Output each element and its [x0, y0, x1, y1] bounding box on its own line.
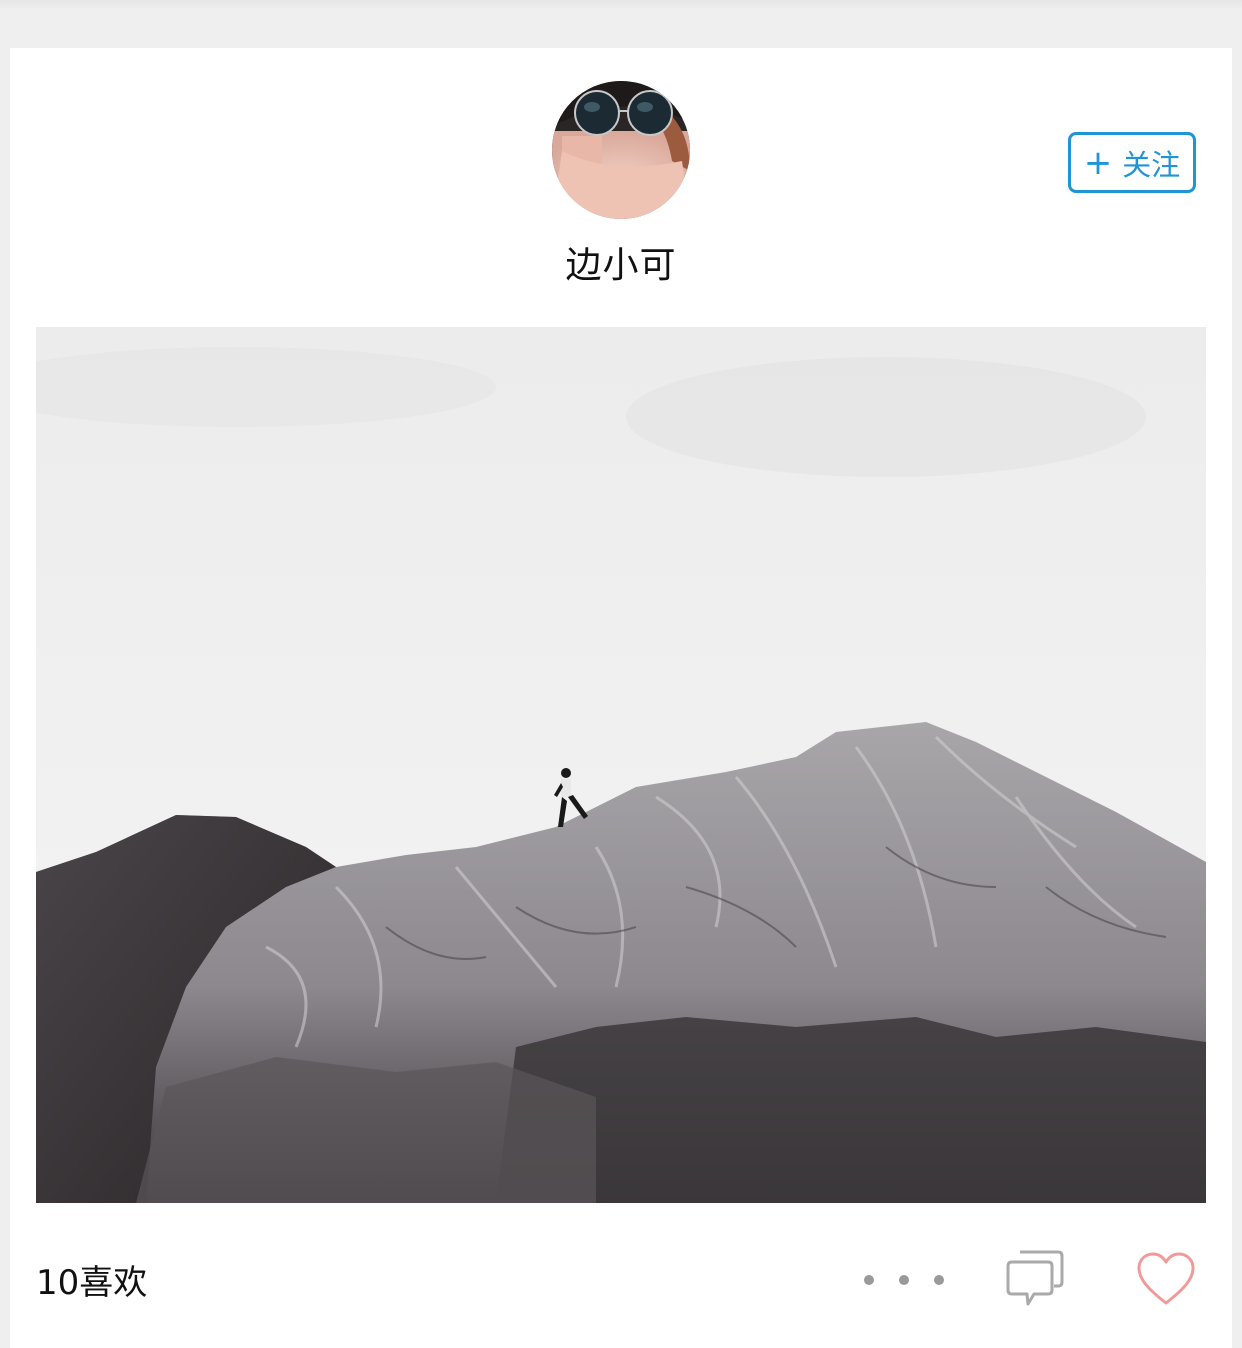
dot [864, 1275, 874, 1285]
top-divider [0, 0, 1242, 10]
likes-count: 10喜欢 [36, 1263, 148, 1303]
mountain-runner-photo [36, 327, 1206, 1203]
author-avatar[interactable] [552, 81, 690, 219]
avatar-image [552, 81, 690, 219]
comment-icon[interactable] [1006, 1248, 1064, 1306]
comment-icon-svg [1006, 1250, 1064, 1306]
follow-label: 关注 [1122, 147, 1181, 182]
post-photo[interactable] [36, 327, 1206, 1203]
dot [934, 1275, 944, 1285]
heart-icon-svg [1137, 1252, 1195, 1305]
post-card: 边小可 + 关注 10喜欢 [10, 48, 1232, 1348]
plus-icon: + [1083, 142, 1113, 183]
dot [899, 1275, 909, 1285]
heart-icon[interactable] [1136, 1251, 1196, 1307]
follow-button[interactable]: + 关注 [1068, 132, 1196, 193]
more-dots-icon[interactable] [864, 1260, 944, 1300]
author-name[interactable]: 边小可 [10, 236, 1232, 288]
